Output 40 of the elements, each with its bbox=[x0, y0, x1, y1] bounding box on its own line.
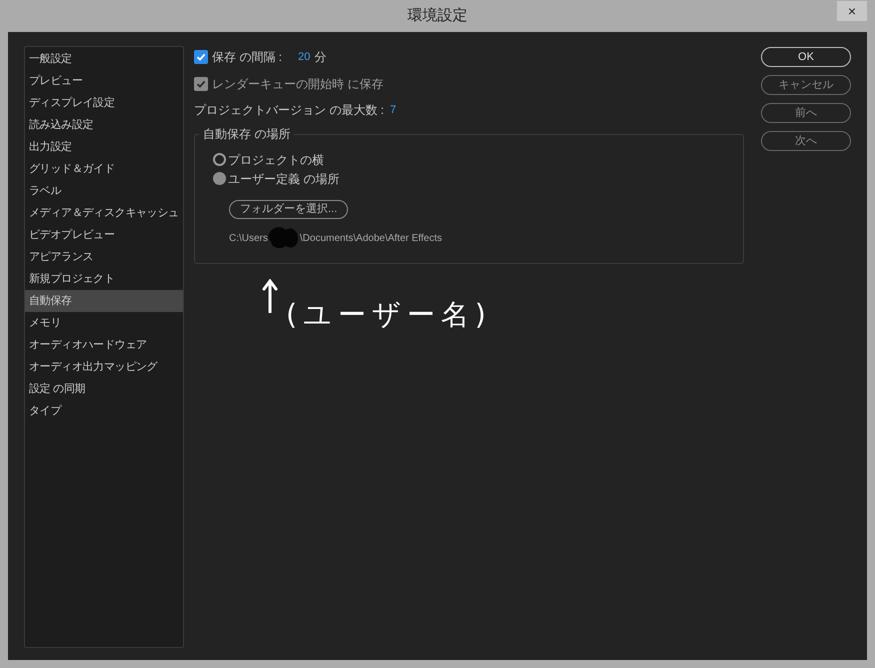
sidebar-item[interactable]: アピアランス bbox=[25, 246, 183, 268]
handwritten-annotation: (ユーザー名) bbox=[286, 297, 492, 333]
sidebar-item[interactable]: 新規プロジェクト bbox=[25, 268, 183, 290]
path-text: \Documents\Adobe\After Effects bbox=[300, 232, 442, 246]
path-text: C:\Users bbox=[229, 232, 268, 246]
render-queue-label: レンダーキューの開始時 に保存 bbox=[212, 76, 384, 93]
arrow-drawing bbox=[262, 279, 278, 313]
sidebar-item[interactable]: メモリ bbox=[25, 312, 183, 334]
sidebar-item[interactable]: グリッド＆ガイド bbox=[25, 158, 183, 180]
sidebar-item[interactable]: 一般設定 bbox=[25, 48, 183, 70]
sidebar-item[interactable]: タイプ bbox=[25, 400, 183, 422]
sidebar-item[interactable]: メディア＆ディスクキャッシュ bbox=[25, 202, 183, 224]
sidebar-item[interactable]: オーディオ出力マッピング bbox=[25, 356, 183, 378]
sidebar-item[interactable]: プレビュー bbox=[25, 70, 183, 92]
scribble-redaction bbox=[268, 226, 300, 250]
radio-button[interactable] bbox=[213, 172, 226, 185]
sidebar-item[interactable]: 設定 の同期 bbox=[25, 378, 183, 400]
sidebar-item[interactable]: 出力設定 bbox=[25, 136, 183, 158]
group-title: 自動保存 の場所 bbox=[199, 125, 294, 143]
window-title: 環境設定 bbox=[408, 6, 468, 26]
close-button[interactable]: × bbox=[837, 1, 867, 21]
sidebar-item[interactable]: オーディオハードウェア bbox=[25, 334, 183, 356]
max-versions-label: プロジェクトバージョン の最大数 : bbox=[194, 102, 384, 119]
unit-label: 分 bbox=[314, 49, 326, 66]
sidebar-item[interactable]: 読み込み設定 bbox=[25, 114, 183, 136]
checkmark-icon bbox=[196, 79, 206, 89]
radio-label: ユーザー定義 の場所 bbox=[228, 170, 340, 188]
sidebar-item[interactable]: 自動保存 bbox=[25, 290, 183, 312]
sidebar-item[interactable]: ラベル bbox=[25, 180, 183, 202]
save-interval-label: 保存 の間隔 : bbox=[212, 49, 282, 66]
checkbox[interactable] bbox=[194, 50, 208, 64]
checkmark-icon bbox=[196, 52, 206, 62]
dialog-button[interactable]: OK bbox=[761, 47, 851, 67]
sidebar-item[interactable]: ディスプレイ設定 bbox=[25, 92, 183, 114]
sidebar-item[interactable]: ビデオプレビュー bbox=[25, 224, 183, 246]
radio-label: プロジェクトの横 bbox=[228, 152, 324, 168]
max-versions-value[interactable]: 7 bbox=[390, 102, 396, 118]
save-interval-value[interactable]: 20 bbox=[298, 48, 310, 66]
choose-folder-button[interactable]: フォルダーを選択... bbox=[229, 200, 348, 219]
radio-button[interactable] bbox=[213, 153, 226, 166]
